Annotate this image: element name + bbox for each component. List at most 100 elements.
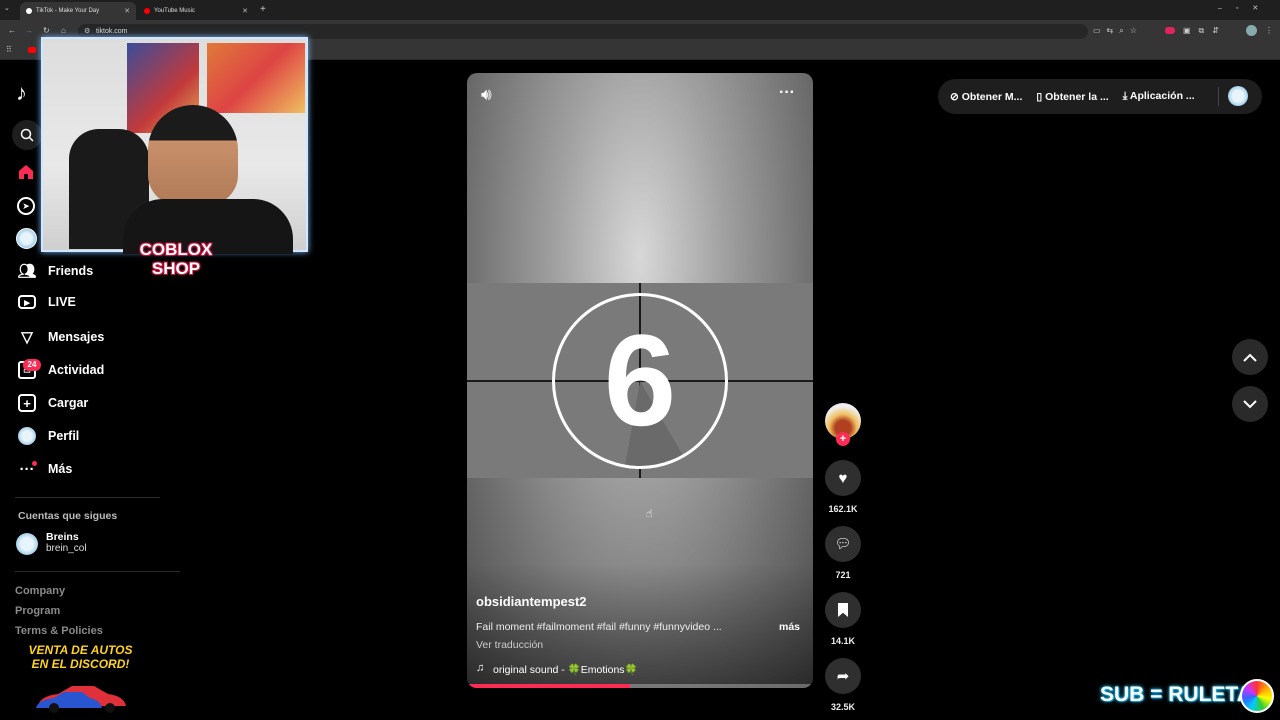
following-nav-avatar[interactable] [16,228,37,249]
promo-line1: VENTA DE AUTOS [28,643,133,657]
browser-menu-icon[interactable]: ⋮ [1265,26,1273,35]
music-note-icon: ♫ [476,662,485,674]
video-player[interactable]: 6 🔊︎ ··· obsidiantempest2 Fail moment #f… [467,73,813,688]
nav-label: Más [48,462,73,476]
desktop-app-label: Aplicación ... [1129,90,1195,102]
like-count: 162.1K [828,504,858,514]
volume-icon[interactable]: 🔊︎ [481,85,492,105]
webcam-overlay [41,37,308,254]
nav-more[interactable]: ··· Más [18,460,73,478]
close-tab-icon[interactable]: ✕ [124,7,130,15]
upload-icon: + [18,394,36,412]
home-icon[interactable]: ⌂ [61,26,66,35]
previous-video-button[interactable] [1232,339,1268,375]
account-handle: brein_col [46,543,87,554]
close-tab-icon[interactable]: ✕ [242,7,248,15]
tab-tiktok[interactable]: TikTok - Make Your Day ✕ [20,2,136,20]
save-button[interactable] [825,592,861,628]
coblox-shop-logo: COBLOX SHOP [128,240,224,278]
extension-red-icon[interactable] [1165,27,1175,34]
get-coins-label: Obtener M... [961,90,1023,103]
search-icon [20,128,34,142]
footer-company-link[interactable]: Company [15,585,65,597]
account-name: Breins [46,531,79,543]
sound-name[interactable]: original sound - 🍀Emotions🍀 [493,663,638,676]
get-app-label: Obtener la ... [1045,90,1109,103]
toolbar-extension-icons[interactable]: ▭⇆⌕☆ [1093,26,1143,36]
roulette-overlay: SUB = RULETA [1100,683,1252,706]
bookmark-youtube-icon[interactable] [28,47,36,53]
progress-track[interactable] [467,684,813,688]
roulette-wheel-icon [1240,679,1274,713]
nav-live[interactable]: ▸ LIVE [18,295,76,309]
next-video-button[interactable] [1232,386,1268,422]
shop-line2: SHOP [151,259,201,278]
video-caption: Fail moment #failmoment #fail #funny #fu… [476,621,722,633]
more-dot-badge [32,461,37,466]
video-author[interactable]: obsidiantempest2 [476,594,587,609]
nav-label: Actividad [48,363,105,377]
desktop-app-link[interactable]: ⤓ Aplicación ... [1123,90,1195,103]
nav-label: Friends [48,264,94,278]
tab-list-button[interactable]: ⌄ [4,4,10,12]
nav-messages[interactable]: ▽ Mensajes [18,328,104,346]
progress-fill [467,684,630,688]
following-account[interactable]: Breins brein_col [16,531,87,555]
nav-label: Perfil [48,429,80,443]
chevron-down-icon [1243,399,1257,408]
apps-icon[interactable]: ⠿ [6,45,12,54]
avatar [16,533,38,555]
new-tab-button[interactable]: + [260,4,266,15]
site-info-icon[interactable]: ⚙ [84,27,90,35]
forward-icon[interactable]: → [25,26,33,35]
youtube-music-favicon-icon [144,8,150,14]
promo-line2: EN EL DISCORD! [31,657,130,671]
get-coins-link[interactable]: ⊘ Obtener M... [950,91,1022,103]
user-avatar[interactable] [1228,86,1248,106]
tab-youtube-music[interactable]: YouTube Music ✕ [138,2,254,20]
save-count: 14.1K [830,636,856,646]
nav-friends[interactable]: 👥︎ Friends [17,262,94,280]
caption-more-link[interactable]: más [779,621,800,633]
video-more-icon[interactable]: ··· [779,84,795,102]
header-actions: ⊘ Obtener M... ▯ Obtener la ... ⤓ Aplica… [938,79,1262,114]
promo-overlay: VENTA DE AUTOS EN EL DISCORD! [18,643,143,671]
home-nav-icon[interactable] [17,163,35,186]
nav-profile[interactable]: Perfil [18,427,79,445]
back-icon[interactable]: ← [8,26,16,35]
tiktok-logo-icon[interactable]: ♪ [16,80,27,106]
share-icon: ➦ [836,668,850,685]
chevron-up-icon [1243,353,1257,362]
url-text: tiktok.com [96,28,128,35]
comment-button[interactable]: 💬︎ [825,526,861,562]
window-controls[interactable]: –▫✕ [1218,4,1272,12]
car-icon [34,682,128,714]
live-icon: ▸ [18,295,36,309]
get-app-link[interactable]: ▯ Obtener la ... [1036,91,1108,103]
poster-right [207,43,305,113]
nav-label: LIVE [48,295,76,309]
share-button[interactable]: ➦ [825,658,861,694]
tiktok-favicon-icon [26,8,32,14]
sidebar-divider [15,497,160,498]
coin-icon: ⊘ [950,90,962,103]
translate-link[interactable]: Ver traducción [476,639,543,651]
nav-upload[interactable]: + Cargar [18,394,88,412]
footer-terms-link[interactable]: Terms & Policies [15,625,103,637]
bookmark-icon [838,603,848,617]
explore-nav-icon[interactable]: ➤ [17,197,35,215]
download-icon: ⤓ [1122,90,1130,102]
comment-count: 721 [835,570,851,580]
like-button[interactable]: ♥ [825,460,861,496]
cursor-icon: ☝︎ [646,508,653,520]
profile-icon [18,427,36,445]
toolbar-more-icons[interactable]: ▣⧉⇵ [1183,26,1227,36]
browser-profile-avatar[interactable] [1246,25,1257,36]
reload-icon[interactable]: ↻ [43,26,50,35]
following-title: Cuentas que sigues [18,510,118,522]
follow-plus-icon[interactable]: + [836,432,850,446]
comment-icon: 💬︎ [834,536,852,551]
search-button[interactable] [12,120,42,150]
footer-program-link[interactable]: Program [15,605,60,617]
header-divider [1218,87,1219,106]
